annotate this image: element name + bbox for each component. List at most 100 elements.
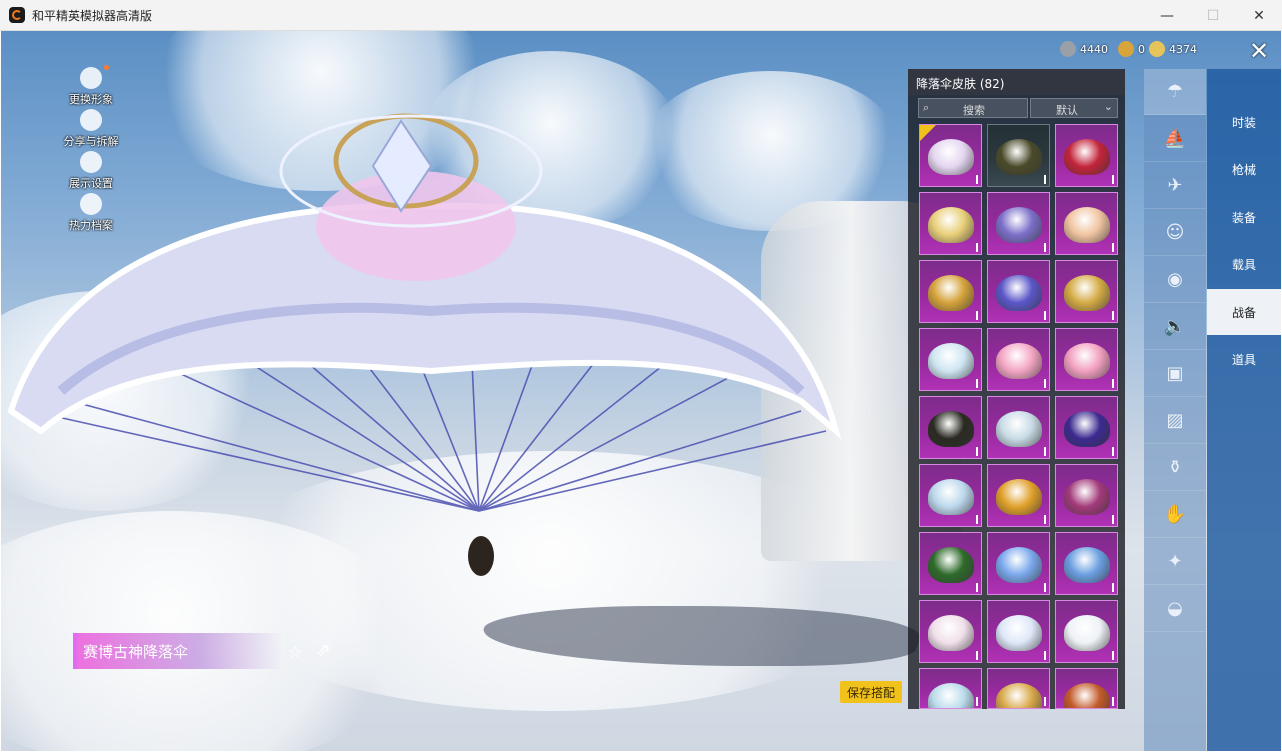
category-tab[interactable]: 道具 [1207,337,1281,383]
silver-coin-icon [1060,41,1076,57]
level-bar [1112,243,1114,252]
level-bar [1112,379,1114,388]
skin-item[interactable] [987,464,1050,527]
skin-item[interactable] [919,328,982,391]
skin-item[interactable] [1055,668,1118,709]
skin-item[interactable] [919,260,982,323]
category-sidebar: 时装 枪械 装备 载具 战备 道具 [1207,69,1281,751]
display-settings-button[interactable]: 展示设置 [59,151,123,197]
skin-item[interactable] [987,668,1050,709]
flame-icon [80,193,102,215]
sort-dropdown[interactable]: 默认 ⌄ [1030,98,1118,118]
parachute-thumbnail [928,479,974,515]
parachute-thumbnail [996,139,1042,175]
parachute-thumbnail [1064,139,1110,175]
skin-item[interactable] [987,260,1050,323]
subcategory-icon-bar: ☂ ⛵ ✈ ☺ ◉ 🔈 ▣ ▨ ⚱ ✋ ✦ ◒ [1144,69,1206,751]
parachute-icon[interactable]: ☂ [1144,69,1206,115]
sparkle-icon[interactable]: ✦ [1144,539,1206,585]
skin-item[interactable] [919,464,982,527]
level-bar [1044,175,1046,184]
skin-item[interactable] [1055,192,1118,255]
eye-icon [80,151,102,173]
currency-value: 4440 [1080,42,1108,56]
level-bar [1044,697,1046,706]
app-logo-icon [9,7,25,23]
category-tab[interactable]: 战备 [1207,289,1281,335]
category-tab[interactable]: 枪械 [1207,147,1281,193]
parachute-thumbnail [996,207,1042,243]
parachute-thumbnail [1064,615,1110,651]
skin-item[interactable] [1055,464,1118,527]
skin-item[interactable] [919,668,982,709]
boat-icon[interactable]: ⛵ [1144,116,1206,162]
parachute-thumbnail [928,275,974,311]
heat-profile-button[interactable]: 热力档案 [59,193,123,239]
maximize-button[interactable]: ☐ [1190,0,1236,31]
parachute-thumbnail [1064,547,1110,583]
share-icon[interactable]: ⇗ [316,640,331,661]
parachute-thumbnail [1064,479,1110,515]
plane-icon[interactable]: ✈ [1144,163,1206,209]
change-avatar-button[interactable]: 更换形象 [59,65,123,113]
level-bar [976,583,978,592]
skin-item[interactable] [1055,328,1118,391]
parachute-thumbnail [928,683,974,708]
skin-item[interactable] [987,328,1050,391]
category-tab[interactable]: 载具 [1207,242,1281,288]
parachute-thumbnail [996,275,1042,311]
skin-item[interactable] [1055,600,1118,663]
parachute-thumbnail [1064,683,1110,708]
skin-item[interactable] [987,396,1050,459]
level-bar [976,311,978,320]
skin-item[interactable] [1055,124,1118,187]
hand-icon[interactable]: ✋ [1144,492,1206,538]
level-bar [976,697,978,706]
game-viewport: 更换形象 分享与拆解 展示设置 热力档案 赛博古神降落伞 ☆ ⇗ 保存搭配 44… [1,31,1281,751]
chat-icon[interactable]: ▣ [1144,351,1206,397]
parachute-thumbnail [928,547,974,583]
level-bar [1112,515,1114,524]
skin-item[interactable] [919,124,982,187]
image-icon[interactable]: ▨ [1144,398,1206,444]
parachute-thumbnail [996,343,1042,379]
close-window-button[interactable]: ✕ [1236,0,1282,31]
parachute-thumbnail [996,615,1042,651]
skin-item[interactable] [987,532,1050,595]
parachute-thumbnail [996,479,1042,515]
level-bar [1044,583,1046,592]
spray-icon[interactable]: ⚱ [1144,445,1206,491]
level-bar [976,447,978,456]
pan-icon[interactable]: ◒ [1144,586,1206,632]
close-icon[interactable]: ✕ [1249,37,1269,65]
diamond-coin-icon [1149,41,1165,57]
emote-icon[interactable]: ☺ [1144,210,1206,256]
avatar-icon [80,65,109,89]
skin-item[interactable] [919,532,982,595]
level-bar [1112,651,1114,660]
skin-item[interactable] [987,600,1050,663]
skin-item[interactable] [919,192,982,255]
parachute-thumbnail [928,139,974,175]
window-titlebar: 和平精英模拟器高清版 — ☐ ✕ [0,0,1282,31]
skin-item[interactable] [1055,396,1118,459]
panel-header: 降落伞皮肤 (82) [908,69,1125,95]
share-split-button[interactable]: 分享与拆解 [59,109,123,155]
skin-item[interactable] [1055,260,1118,323]
robot-icon[interactable]: ◉ [1144,257,1206,303]
skin-item[interactable] [987,192,1050,255]
category-tab[interactable]: 时装 [1207,99,1281,145]
split-icon [80,109,102,131]
sound-icon[interactable]: 🔈 [1144,304,1206,350]
skin-item[interactable] [987,124,1050,187]
skin-item[interactable] [919,396,982,459]
parachute-model [7,113,842,576]
search-input[interactable]: ⌕ 搜索 [918,98,1028,118]
level-bar [1044,379,1046,388]
favorite-star-icon[interactable]: ☆ [287,642,303,663]
save-outfit-button[interactable]: 保存搭配 [840,681,902,703]
category-tab[interactable]: 装备 [1207,194,1281,240]
minimize-button[interactable]: — [1144,0,1190,31]
skin-item[interactable] [919,600,982,663]
skin-item[interactable] [1055,532,1118,595]
